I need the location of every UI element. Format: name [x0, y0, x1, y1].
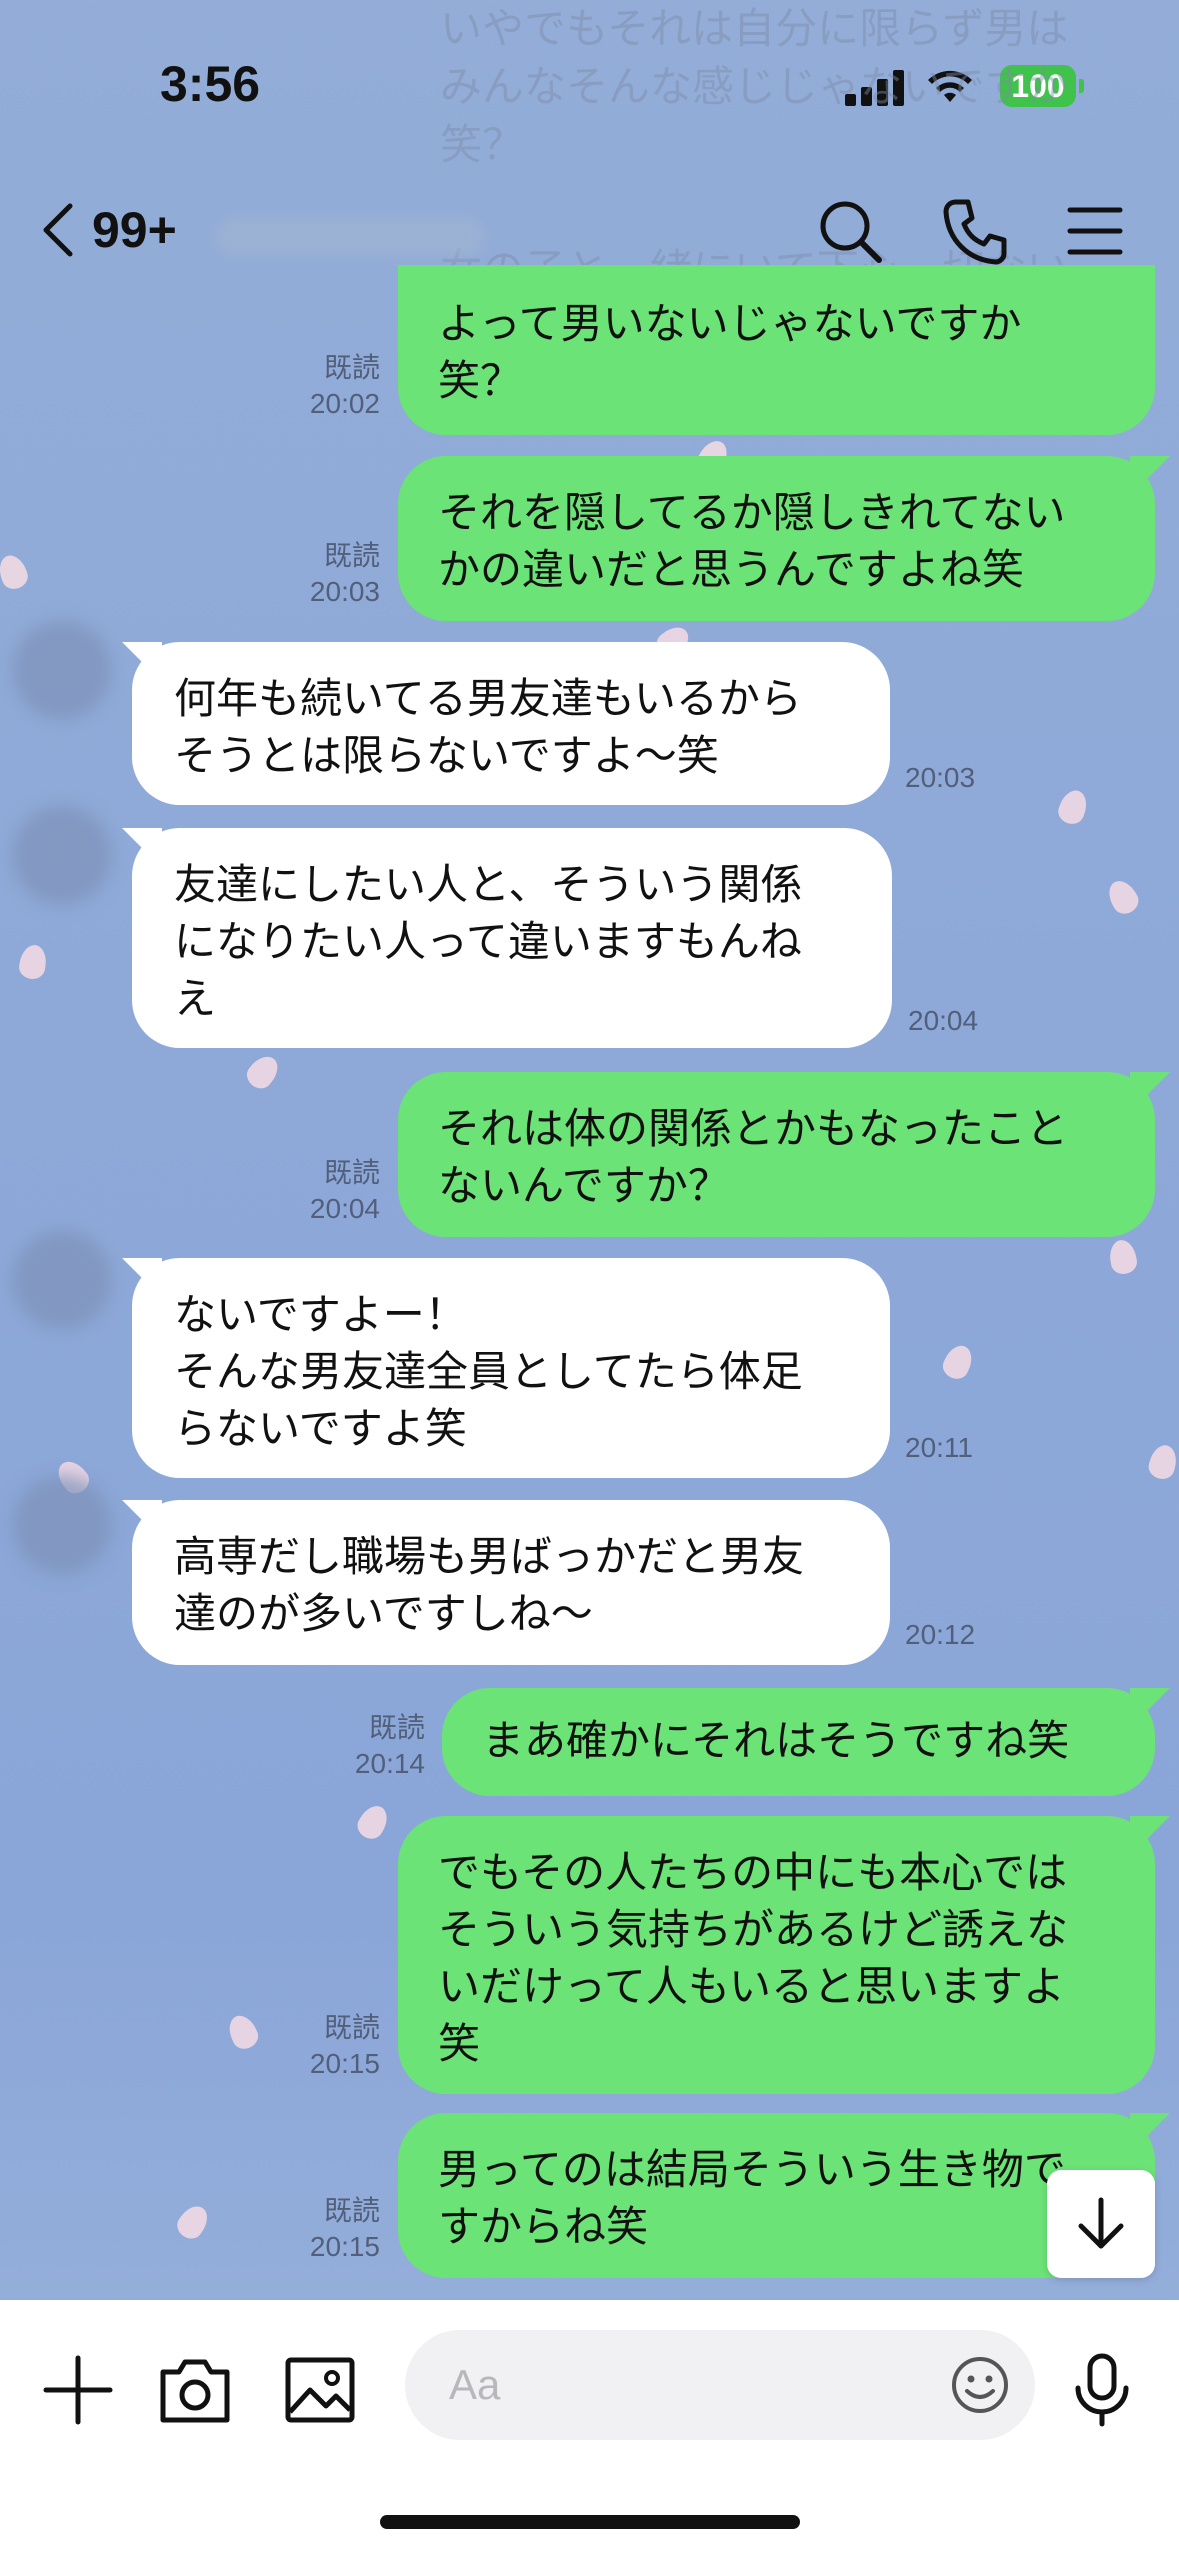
message-input-container[interactable] — [405, 2330, 1035, 2440]
message-text: ないですよー！ そんな男友達全員としてたら体足 らないですよ笑 — [174, 1290, 803, 1453]
message-text: でもその人たちの中にも本心では そういう気持ちがあるけど誘えな いだけって人もい… — [438, 1848, 1069, 2068]
camera-icon[interactable] — [155, 2350, 235, 2430]
message-text: 何年も続いてる男友達もいるから そうとは限らないですよ〜笑 — [174, 674, 802, 780]
message-meta: 既読 20:15 — [285, 2193, 380, 2265]
read-receipt: 既読 — [368, 1712, 425, 1743]
petal-decoration — [172, 2200, 214, 2244]
message-text: 男ってのは結局そういう生き物で すからね笑 — [438, 2145, 1066, 2251]
outgoing-message[interactable]: それを隠してるか隠しきれてない かの違いだと思うんですよね笑 — [398, 456, 1155, 621]
image-icon[interactable] — [280, 2350, 360, 2430]
petal-decoration — [0, 551, 32, 593]
message-time: 20:14 — [354, 1748, 425, 1779]
message-text: 友達にしたい人と、そういう関係 になりたい人って違いますもんね え — [174, 860, 803, 1023]
petal-decoration — [1103, 875, 1143, 919]
petal-decoration — [939, 1341, 977, 1383]
message-time: 20:04 — [908, 1005, 979, 1036]
petal-decoration — [353, 1800, 393, 1844]
read-receipt: 既読 — [323, 352, 380, 383]
chat-name-redacted — [215, 218, 485, 256]
incoming-message[interactable]: 高専だし職場も男ばっかだと男友 達のが多いですしね〜 — [132, 1500, 890, 1665]
message-text: まあ確かにそれはそうですね笑 — [482, 1716, 1070, 1765]
faded-line: 笑？ — [440, 120, 525, 169]
plus-icon[interactable] — [38, 2350, 118, 2430]
petal-decoration — [242, 1050, 284, 1094]
faded-line: いやでもそれは自分に限らず男は — [440, 4, 1069, 53]
contact-avatar[interactable] — [12, 1475, 112, 1575]
petal-decoration — [1054, 786, 1092, 828]
petal-decoration — [1146, 1442, 1179, 1482]
outgoing-message[interactable]: よって男いないじゃないですか 笑？ — [398, 265, 1155, 435]
message-time: 20:12 — [905, 1619, 976, 1650]
read-receipt: 既読 — [323, 540, 380, 571]
incoming-message[interactable]: 何年も続いてる男友達もいるから そうとは限らないですよ〜笑 — [132, 642, 890, 805]
message-text: 高専だし職場も男ばっかだと男友 達のが多いですしね〜 — [174, 1532, 805, 1638]
arrow-down-icon — [1078, 2197, 1124, 2249]
scroll-to-bottom-button[interactable] — [1047, 2170, 1155, 2278]
petal-decoration — [1107, 1238, 1139, 1276]
contact-avatar[interactable] — [12, 620, 112, 720]
message-time: 20:03 — [905, 762, 976, 793]
read-receipt: 既読 — [323, 2012, 380, 2043]
message-time: 20:02 — [309, 388, 380, 419]
message-time: 20:04 — [309, 1193, 380, 1224]
message-meta: 既読 20:14 — [330, 1710, 425, 1782]
chevron-left-icon — [43, 203, 73, 257]
outgoing-message[interactable]: でもその人たちの中にも本心では そういう気持ちがあるけど誘えな いだけって人もい… — [398, 1816, 1155, 2094]
contact-avatar[interactable] — [12, 805, 112, 905]
back-button[interactable]: 99+ — [38, 200, 177, 260]
emoji-icon[interactable] — [950, 2355, 1010, 2415]
phone-icon[interactable] — [940, 196, 1010, 266]
message-text: それを隠してるか隠しきれてない かの違いだと思うんですよね笑 — [438, 488, 1066, 594]
status-time: 3:56 — [160, 56, 261, 112]
menu-icon[interactable] — [1060, 196, 1130, 266]
message-time: 20:03 — [309, 576, 380, 607]
message-meta: 既読 20:02 — [285, 350, 380, 422]
read-receipt: 既読 — [323, 1157, 380, 1188]
message-text: よって男いないじゃないですか 笑？ — [438, 299, 1022, 405]
faded-line: みんなそんな感じじゃないですか — [440, 62, 1069, 111]
petal-decoration — [224, 2011, 262, 2053]
message-meta: 既読 20:15 — [285, 2010, 380, 2082]
read-receipt: 既読 — [323, 2195, 380, 2226]
outgoing-message[interactable]: それは体の関係とかもなったこと ないんですか？ — [398, 1072, 1155, 1237]
message-time: 20:15 — [309, 2231, 380, 2262]
incoming-message[interactable]: ないですよー！ そんな男友達全員としてたら体足 らないですよ笑 — [132, 1258, 890, 1478]
message-meta: 既読 20:04 — [285, 1155, 380, 1227]
message-meta: 既読 20:03 — [285, 538, 380, 610]
search-icon[interactable] — [815, 196, 885, 266]
contact-avatar[interactable] — [12, 1230, 112, 1330]
outgoing-message[interactable]: 男ってのは結局そういう生き物で すからね笑 — [398, 2113, 1155, 2278]
message-text: それは体の関係とかもなったこと ないんですか？ — [438, 1104, 1069, 1210]
microphone-icon[interactable] — [1062, 2350, 1142, 2430]
home-indicator[interactable] — [380, 2515, 800, 2529]
message-time: 20:15 — [309, 2048, 380, 2079]
petal-decoration — [17, 943, 49, 981]
faded-previous-message: いやでもそれは自分に限らず男は みんなそんな感じじゃないですか 笑？ — [440, 0, 1140, 174]
message-time: 20:11 — [905, 1432, 973, 1463]
unread-count: 99+ — [92, 202, 177, 258]
incoming-message[interactable]: 友達にしたい人と、そういう関係 になりたい人って違いますもんね え — [132, 828, 892, 1048]
message-input[interactable] — [449, 2358, 899, 2412]
outgoing-message[interactable]: まあ確かにそれはそうですね笑 — [442, 1688, 1155, 1796]
